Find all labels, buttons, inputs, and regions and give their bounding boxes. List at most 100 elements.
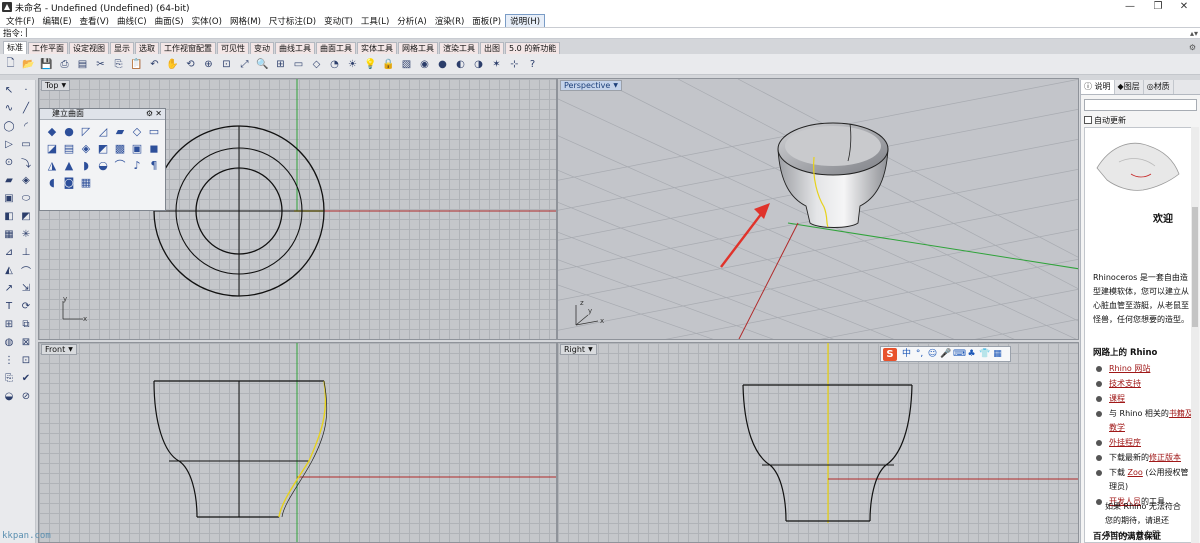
viewport-right[interactable]: Right ▼	[557, 342, 1079, 543]
heightfield-icon[interactable]: ⌒	[112, 157, 128, 173]
help-scrollbar[interactable]	[1191, 127, 1199, 543]
rail-revolve-icon[interactable]: ◩	[95, 140, 111, 156]
boolean-icon[interactable]: ◩	[19, 210, 33, 223]
zoom-extents-icon[interactable]: ⤢	[237, 57, 252, 72]
ime-keyboard-icon[interactable]: ⌨	[953, 348, 966, 360]
menu-surface[interactable]: 曲面(S)	[151, 15, 188, 27]
menu-transform[interactable]: 变动(T)	[320, 15, 357, 27]
command-input[interactable]: |	[25, 28, 28, 38]
tab-cplanes[interactable]: 工作平面	[28, 42, 68, 54]
environment-sphere-icon[interactable]: ◑	[471, 57, 486, 72]
auto-update-option[interactable]: 自动更新	[1081, 114, 1200, 126]
check-icon[interactable]: ✔	[19, 372, 33, 385]
array-icon[interactable]: ⊞	[2, 318, 16, 331]
tab-mesh-tools[interactable]: 网格工具	[398, 42, 438, 54]
ime-emoji-icon[interactable]: ☺	[927, 348, 938, 360]
link-rhino-website[interactable]: Rhino 网站	[1109, 364, 1150, 373]
tab-solid-tools[interactable]: 实体工具	[357, 42, 397, 54]
point-grid-icon[interactable]: ▦	[78, 174, 94, 190]
help-icon[interactable]: ?	[525, 57, 540, 72]
menu-view[interactable]: 查看(V)	[76, 15, 113, 27]
cylinder-icon[interactable]: ⬭	[19, 192, 33, 205]
viewport-front[interactable]: Front ▼	[38, 342, 557, 543]
four-viewports-icon[interactable]: ⊞	[273, 57, 288, 72]
offset-icon[interactable]: ⤵	[19, 156, 33, 170]
network-surface-icon[interactable]: ▩	[112, 140, 128, 156]
menu-edit[interactable]: 编辑(E)	[39, 15, 76, 27]
command-scroll-icon[interactable]: ▴▾	[1190, 29, 1198, 38]
circle-icon[interactable]: ◯	[2, 120, 16, 133]
ime-toolbar[interactable]: S 中 °, ☺ 🎤 ⌨ ♣ 👕 ▦	[880, 346, 1011, 362]
menu-dimension[interactable]: 尺寸标注(D)	[265, 15, 320, 27]
menu-mesh[interactable]: 网格(M)	[226, 15, 265, 27]
line-icon[interactable]: ╱	[19, 102, 33, 115]
menu-render[interactable]: 渲染(R)	[431, 15, 469, 27]
print-icon[interactable]: ⎙	[57, 57, 72, 72]
help-search-input[interactable]	[1084, 99, 1197, 111]
car-icon[interactable]: ▭	[291, 57, 306, 72]
lock-icon[interactable]: 🔒	[381, 57, 396, 72]
tab-viewport-layout[interactable]: 工作视窗配置	[160, 42, 216, 54]
link-courses[interactable]: 课程	[1109, 394, 1125, 403]
surface-from-points-icon[interactable]: ◆	[44, 123, 60, 139]
tab-standard[interactable]: 标准	[3, 41, 27, 54]
layer-icon[interactable]: ▧	[399, 57, 414, 72]
rotate-icon[interactable]: ⟳	[19, 300, 33, 313]
cone-surface-icon[interactable]: ◖	[44, 174, 60, 190]
rectangle-icon[interactable]: ▭	[19, 138, 33, 151]
loft-icon[interactable]: ◿	[95, 123, 111, 139]
ime-mode-toggle[interactable]: 中	[901, 348, 912, 360]
cplane-icon[interactable]: ◇	[309, 57, 324, 72]
rotate-view-icon[interactable]: ⟲	[183, 57, 198, 72]
link-tech-support[interactable]: 技术支持	[1109, 379, 1141, 388]
show-objects-icon[interactable]: ☀	[345, 57, 360, 72]
menu-tools[interactable]: 工具(L)	[357, 15, 393, 27]
offset-surface-icon[interactable]: ◗	[78, 157, 94, 173]
extend-icon[interactable]: ⌒	[19, 264, 33, 278]
create-surface-panel-title[interactable]: 建立曲面 ⚙ ✕	[40, 109, 165, 120]
lightbulb-icon[interactable]: 💡	[363, 57, 378, 72]
trim-icon[interactable]: ⊥	[19, 246, 33, 259]
copy-clip-icon[interactable]: ⎘	[2, 372, 16, 385]
transform-icon[interactable]: ↗	[2, 282, 16, 295]
block-icon[interactable]: ⧉	[19, 318, 33, 331]
menu-panels[interactable]: 面板(P)	[468, 15, 505, 27]
ime-voice-icon[interactable]: 🎤	[940, 348, 951, 360]
ime-logo[interactable]: S	[883, 347, 897, 361]
curve-icon[interactable]: ▷	[2, 138, 16, 151]
fillet-icon[interactable]: ⊙	[2, 156, 16, 169]
menu-curve[interactable]: 曲线(C)	[113, 15, 151, 27]
render-icon[interactable]: ◍	[2, 336, 16, 349]
select-icon[interactable]: ◔	[327, 57, 342, 72]
menu-analyze[interactable]: 分析(A)	[393, 15, 430, 27]
zoom-window-icon[interactable]: ⊡	[219, 57, 234, 72]
zoom-icon[interactable]: ⊕	[201, 57, 216, 72]
save-icon[interactable]: 💾	[39, 57, 54, 72]
analyze-icon[interactable]: ⊠	[19, 336, 33, 349]
dimension-icon[interactable]: ◭	[2, 264, 16, 277]
text-icon[interactable]: T	[2, 300, 16, 313]
link-zoo[interactable]: Zoo	[1128, 468, 1143, 477]
tab-set-view[interactable]: 设定视图	[69, 42, 109, 54]
surface-icon[interactable]: ▰	[2, 174, 16, 187]
revolve-icon[interactable]: ◈	[78, 140, 94, 156]
tab-help[interactable]: ⓘ 说明	[1081, 80, 1115, 94]
close-icon[interactable]: ✕	[1166, 0, 1200, 14]
cage-icon[interactable]: ⊡	[19, 354, 33, 367]
ime-grid-icon[interactable]: ▦	[992, 348, 1003, 360]
tab-visibility[interactable]: 可见性	[217, 42, 249, 54]
tab-new-in-v5[interactable]: 5.0 的新功能	[505, 42, 561, 54]
tab-layers[interactable]: ◆图层	[1115, 80, 1144, 94]
join-icon[interactable]: ⊿	[2, 246, 16, 259]
link-plugins[interactable]: 外挂程序	[1109, 438, 1141, 447]
polyline-icon[interactable]: ∿	[2, 102, 16, 115]
extrude-icon[interactable]: ▰	[112, 123, 128, 139]
tab-surface-tools[interactable]: 曲面工具	[316, 42, 356, 54]
edge-curves-icon[interactable]: ◸	[78, 123, 94, 139]
developable-icon[interactable]: ◮	[44, 157, 60, 173]
tab-materials[interactable]: ◎材质	[1144, 80, 1174, 94]
surface-edge-icon[interactable]: ◈	[19, 174, 33, 187]
move-icon[interactable]: ⇲	[19, 282, 33, 295]
menu-file[interactable]: 文件(F)	[2, 15, 39, 27]
viewport-right-label[interactable]: Right ▼	[560, 344, 597, 355]
